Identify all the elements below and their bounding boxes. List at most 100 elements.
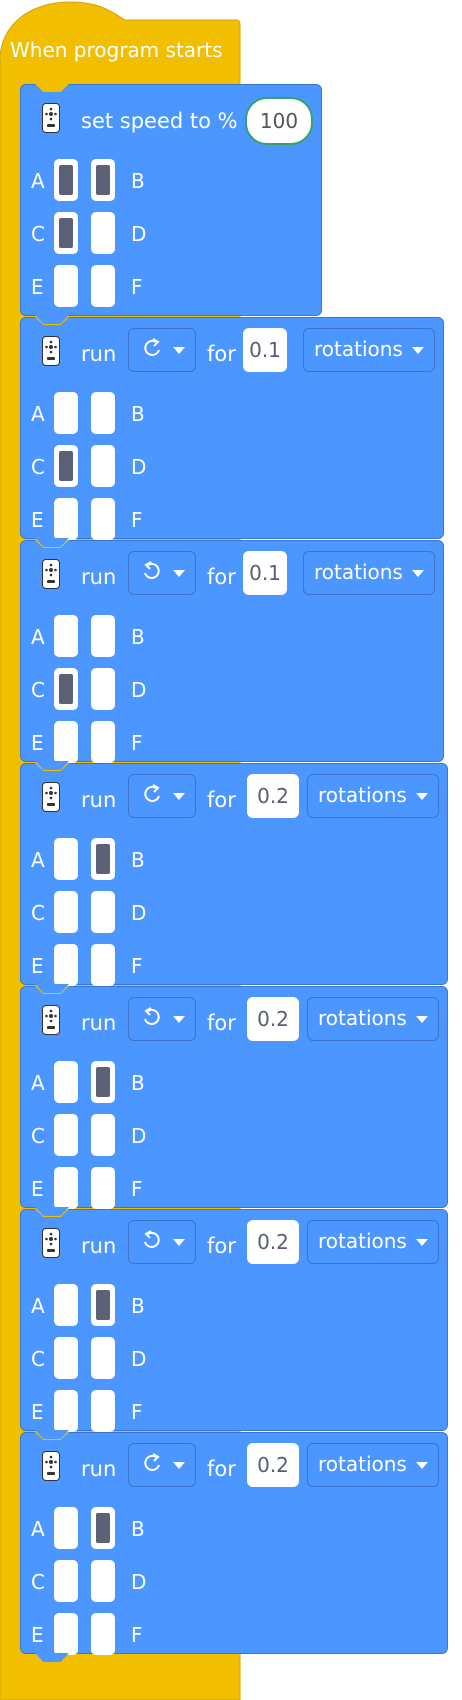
motor-run-block-2[interactable]: run for 0.1 rotations A B C D E F <box>20 540 444 770</box>
port-b-toggle[interactable] <box>91 615 115 657</box>
port-letter-f: F <box>131 731 143 755</box>
port-letter-c: C <box>31 1347 45 1371</box>
port-letter-e: E <box>31 731 44 755</box>
port-c-toggle[interactable] <box>54 668 78 710</box>
hub-icon <box>42 336 60 366</box>
port-d-toggle[interactable] <box>91 1337 115 1379</box>
port-b-toggle[interactable] <box>91 392 115 434</box>
port-b-toggle[interactable] <box>91 159 115 201</box>
run-label: run <box>81 565 117 589</box>
motor-run-block-1[interactable]: run for 0.1 rotations A B C D E F <box>20 317 444 547</box>
direction-dropdown[interactable] <box>128 1220 196 1264</box>
motor-run-block-6[interactable]: run for 0.2 rotations A B C D E F <box>20 1432 448 1662</box>
rotation-amount-input[interactable]: 0.1 <box>243 328 287 372</box>
motor-run-block-4[interactable]: run for 0.2 rotations A B C D E F <box>20 986 448 1216</box>
port-e-toggle[interactable] <box>54 1390 78 1432</box>
direction-dropdown[interactable] <box>128 774 196 818</box>
port-b-toggle[interactable] <box>91 1284 115 1326</box>
port-letter-e: E <box>31 1623 44 1647</box>
rotation-amount-input[interactable]: 0.2 <box>247 774 299 818</box>
port-e-toggle[interactable] <box>54 1613 78 1655</box>
port-b-toggle[interactable] <box>91 838 115 880</box>
port-f-toggle[interactable] <box>91 721 115 763</box>
port-d-toggle[interactable] <box>91 445 115 487</box>
direction-dropdown[interactable] <box>128 328 196 372</box>
port-letter-f: F <box>131 954 143 978</box>
port-d-toggle[interactable] <box>91 212 115 254</box>
chevron-down-icon <box>412 347 424 354</box>
port-b-toggle[interactable] <box>91 1507 115 1549</box>
port-letter-e: E <box>31 508 44 532</box>
port-e-toggle[interactable] <box>54 721 78 763</box>
port-letter-e: E <box>31 275 44 299</box>
port-d-toggle[interactable] <box>91 1560 115 1602</box>
set-speed-block[interactable]: set speed to % 100 A B C D E F <box>20 84 322 324</box>
port-c-toggle[interactable] <box>54 1114 78 1156</box>
speed-value-input[interactable]: 100 <box>245 97 313 145</box>
port-letter-b: B <box>131 1517 145 1541</box>
port-a-toggle[interactable] <box>54 1507 78 1549</box>
for-label: for <box>207 342 236 366</box>
port-a-toggle[interactable] <box>54 838 78 880</box>
rotation-amount-input[interactable]: 0.2 <box>247 1220 299 1264</box>
port-letter-c: C <box>31 455 45 479</box>
port-c-toggle[interactable] <box>54 1337 78 1379</box>
unit-label: rotations <box>318 783 407 807</box>
port-f-toggle[interactable] <box>91 944 115 986</box>
direction-dropdown[interactable] <box>128 1443 196 1487</box>
unit-dropdown[interactable]: rotations <box>303 551 435 595</box>
port-f-toggle[interactable] <box>91 265 115 307</box>
port-letter-e: E <box>31 1177 44 1201</box>
motor-run-block-3[interactable]: run for 0.2 rotations A B C D E F <box>20 763 448 993</box>
port-f-toggle[interactable] <box>91 498 115 540</box>
direction-dropdown[interactable] <box>128 551 196 595</box>
unit-dropdown[interactable]: rotations <box>307 1220 439 1264</box>
unit-dropdown[interactable]: rotations <box>307 774 439 818</box>
port-letter-d: D <box>131 455 147 479</box>
port-d-toggle[interactable] <box>91 1114 115 1156</box>
chevron-down-icon <box>173 1462 185 1469</box>
rotation-amount-input[interactable]: 0.2 <box>247 997 299 1041</box>
rotation-amount-input[interactable]: 0.1 <box>243 551 287 595</box>
hub-icon <box>42 1451 60 1481</box>
port-f-toggle[interactable] <box>91 1613 115 1655</box>
port-letter-f: F <box>131 275 143 299</box>
port-letter-c: C <box>31 1570 45 1594</box>
port-a-toggle[interactable] <box>54 392 78 434</box>
port-a-toggle[interactable] <box>54 1061 78 1103</box>
run-label: run <box>81 1234 117 1258</box>
port-c-toggle[interactable] <box>54 445 78 487</box>
port-letter-c: C <box>31 1124 45 1148</box>
port-letter-d: D <box>131 678 147 702</box>
port-c-toggle[interactable] <box>54 212 78 254</box>
port-a-toggle[interactable] <box>54 615 78 657</box>
hat-label: When program starts <box>10 38 223 62</box>
port-letter-a: A <box>31 1517 45 1541</box>
port-e-toggle[interactable] <box>54 265 78 307</box>
unit-dropdown[interactable]: rotations <box>307 997 439 1041</box>
port-b-toggle[interactable] <box>91 1061 115 1103</box>
port-e-toggle[interactable] <box>54 1167 78 1209</box>
port-e-toggle[interactable] <box>54 944 78 986</box>
motor-run-block-5[interactable]: run for 0.2 rotations A B C D E F <box>20 1209 448 1439</box>
for-label: for <box>207 1457 236 1481</box>
port-f-toggle[interactable] <box>91 1390 115 1432</box>
direction-dropdown[interactable] <box>128 997 196 1041</box>
port-a-toggle[interactable] <box>54 1284 78 1326</box>
port-c-toggle[interactable] <box>54 1560 78 1602</box>
port-f-toggle[interactable] <box>91 1167 115 1209</box>
rotation-amount-input[interactable]: 0.2 <box>247 1443 299 1487</box>
for-label: for <box>207 1234 236 1258</box>
port-letter-f: F <box>131 508 143 532</box>
port-d-toggle[interactable] <box>91 668 115 710</box>
port-d-toggle[interactable] <box>91 891 115 933</box>
unit-dropdown[interactable]: rotations <box>307 1443 439 1487</box>
port-c-toggle[interactable] <box>54 891 78 933</box>
port-letter-d: D <box>131 1570 147 1594</box>
port-letter-b: B <box>131 169 145 193</box>
unit-dropdown[interactable]: rotations <box>303 328 435 372</box>
port-e-toggle[interactable] <box>54 498 78 540</box>
port-a-toggle[interactable] <box>54 159 78 201</box>
hub-icon <box>42 559 60 589</box>
chevron-down-icon <box>416 1239 428 1246</box>
